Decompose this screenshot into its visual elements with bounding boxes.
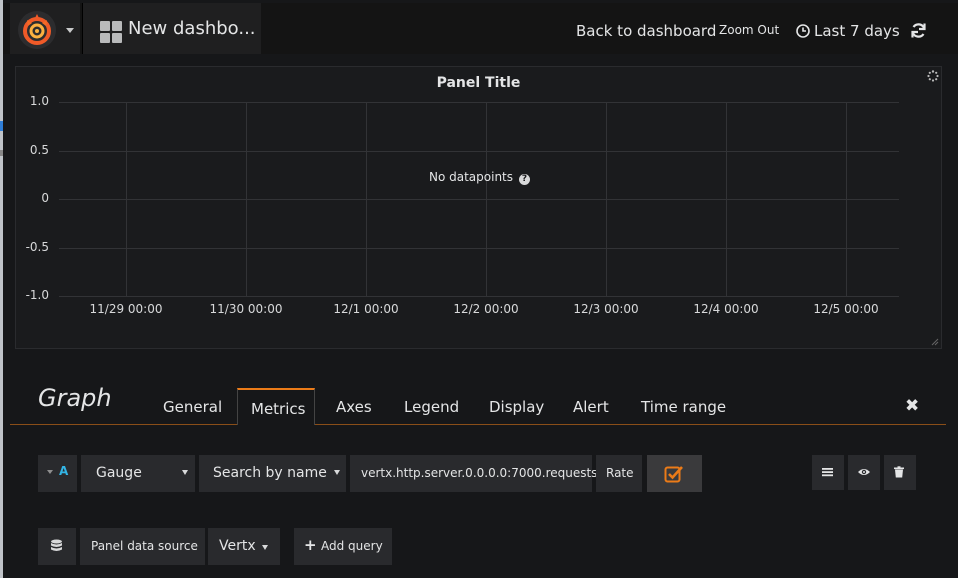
x-tick-label: 12/2 00:00: [453, 302, 519, 316]
metric-type-select[interactable]: Gauge: [81, 455, 195, 492]
x-gridline: [366, 102, 367, 297]
tab-legend[interactable]: Legend: [404, 398, 459, 416]
x-gridline: [246, 102, 247, 297]
datasource-select[interactable]: Vertx: [208, 528, 280, 565]
x-tick-label: 12/3 00:00: [573, 302, 639, 316]
query-ref-toggle[interactable]: A: [38, 455, 77, 492]
add-query-label: Add query: [321, 539, 383, 553]
tab-underline: [10, 424, 946, 425]
spinner-icon: [927, 70, 939, 82]
tab-metrics-label: Metrics: [251, 400, 306, 418]
graph-panel: Panel Title 1.0 0.5 0 -0.5 -1.0 11/29 00:00 11…: [15, 66, 942, 349]
refresh-icon[interactable]: [910, 22, 927, 39]
tab-time-range[interactable]: Time range: [641, 398, 726, 416]
no-datapoints-message: No datapoints?: [429, 170, 531, 185]
tab-general[interactable]: General: [163, 398, 222, 416]
top-navbar: New dashbo... Back to dashboard Zoom Out…: [3, 3, 958, 54]
y-tick-label: -1.0: [25, 288, 49, 302]
dashboard-grid-icon: [100, 21, 122, 43]
x-gridline: [486, 102, 487, 297]
clock-icon: [796, 24, 810, 38]
dropdown-arrow-icon: [334, 470, 340, 475]
dashboard-picker-button[interactable]: New dashbo...: [82, 3, 261, 54]
panel-data-source-text: Panel data source: [91, 539, 198, 553]
query-ref-id: A: [59, 464, 69, 478]
tab-metrics[interactable]: Metrics: [237, 388, 315, 425]
metric-type-value: Gauge: [96, 465, 142, 481]
x-gridline: [846, 102, 847, 297]
y-tick-label: -0.5: [25, 239, 49, 254]
question-circle-icon[interactable]: ?: [519, 174, 531, 185]
zoom-out-button[interactable]: Zoom Out: [719, 23, 779, 37]
close-icon[interactable]: ✖: [905, 396, 919, 416]
x-tick-label: 12/5 00:00: [813, 302, 879, 316]
remove-query-button[interactable]: [884, 455, 916, 490]
grafana-logo-icon: [23, 14, 51, 45]
hamburger-icon: [822, 468, 833, 477]
database-icon: [51, 539, 62, 551]
plus-icon: +: [304, 536, 317, 554]
check-square-icon: [664, 466, 683, 483]
y-gridline: [59, 150, 899, 152]
x-gridline: [606, 102, 607, 297]
chevron-down-icon: [66, 28, 74, 33]
x-tick-label: 12/4 00:00: [693, 302, 759, 316]
x-tick-label: 11/30 00:00: [209, 302, 283, 316]
y-tick-label: 0.5: [29, 142, 49, 157]
x-gridline: [726, 102, 727, 297]
metric-name-value: vertx.http.server.0.0.0.0:7000.requests: [361, 466, 598, 480]
y-gridline: [59, 199, 899, 200]
datasource-value: Vertx: [219, 538, 256, 554]
add-query-button[interactable]: + Add query: [294, 528, 392, 565]
rate-label: Rate: [596, 455, 642, 492]
y-gridline: [59, 102, 899, 103]
trash-icon: [894, 466, 904, 478]
tab-axes[interactable]: Axes: [336, 398, 372, 416]
dropdown-arrow-icon: [262, 545, 268, 550]
toggle-visibility-button[interactable]: [848, 455, 880, 490]
x-tick-label: 11/29 00:00: [89, 302, 163, 316]
y-gridline: [59, 247, 899, 249]
datasource-icon-box: [38, 528, 76, 565]
y-gridline: [59, 296, 899, 297]
back-to-dashboard-button[interactable]: Back to dashboard: [576, 22, 716, 40]
dashboard-title: New dashbo...: [128, 18, 256, 39]
grafana-menu-button[interactable]: [10, 3, 80, 54]
y-tick-label: 0: [41, 191, 49, 205]
panel-title[interactable]: Panel Title: [16, 75, 941, 91]
left-edge-strip: [0, 0, 3, 578]
search-mode-value: Search by name: [213, 465, 327, 481]
time-range-picker[interactable]: Last 7 days: [814, 22, 900, 40]
eye-icon: [858, 469, 870, 475]
search-mode-select[interactable]: Search by name: [199, 455, 346, 492]
caret-down-icon: [47, 470, 53, 474]
x-gridline: [126, 102, 127, 297]
y-tick-label: 1.0: [29, 94, 49, 108]
tab-alert[interactable]: Alert: [573, 398, 609, 416]
rate-label-text: Rate: [606, 466, 634, 480]
query-menu-button[interactable]: [812, 455, 844, 490]
x-tick-label: 12/1 00:00: [333, 302, 399, 316]
resize-handle-icon[interactable]: [931, 338, 939, 346]
editor-title: Graph: [38, 384, 112, 412]
metric-name-field[interactable]: vertx.http.server.0.0.0.0:7000.requests: [350, 455, 597, 492]
no-datapoints-text: No datapoints: [429, 170, 514, 184]
left-edge-marker: [0, 121, 3, 131]
dropdown-arrow-icon: [182, 470, 188, 475]
rate-checkbox[interactable]: [647, 455, 702, 492]
tab-display[interactable]: Display: [489, 398, 544, 416]
panel-data-source-label: Panel data source: [80, 528, 205, 565]
left-edge-marker-2: [0, 150, 3, 156]
